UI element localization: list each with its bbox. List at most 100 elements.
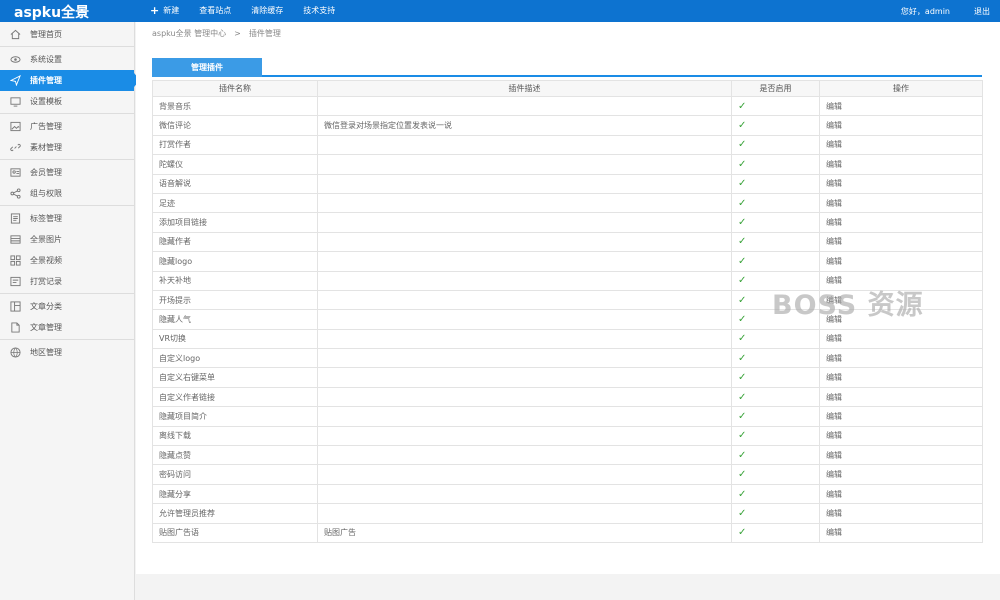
check-icon: ✓ xyxy=(738,449,747,461)
edit-link[interactable]: 编辑 xyxy=(819,95,983,117)
edit-link[interactable]: 编辑 xyxy=(819,231,983,253)
edit-link[interactable]: 编辑 xyxy=(819,425,983,447)
user-card-icon xyxy=(10,168,21,177)
sidebar-divider xyxy=(0,159,134,160)
sidebar-divider xyxy=(0,339,134,340)
edit-link[interactable]: 编辑 xyxy=(819,445,983,466)
plugin-description xyxy=(317,289,732,311)
sidebar-item-tags[interactable]: 标签管理 xyxy=(0,208,134,229)
greeting: 您好，admin xyxy=(900,6,950,16)
enabled-check-icon[interactable]: ✓ xyxy=(731,328,820,350)
logout-link[interactable]: 退出 xyxy=(974,6,990,17)
check-icon: ✓ xyxy=(738,158,747,170)
edit-link[interactable]: 编辑 xyxy=(819,173,983,194)
enabled-check-icon[interactable]: ✓ xyxy=(731,95,820,117)
enabled-check-icon[interactable]: ✓ xyxy=(731,192,820,214)
sidebar-item-label: 系统设置 xyxy=(30,55,62,64)
edit-link[interactable]: 编辑 xyxy=(819,522,983,543)
user-area: 您好，admin 退出 xyxy=(901,0,990,22)
check-icon: ✓ xyxy=(738,488,747,500)
edit-link[interactable]: 编辑 xyxy=(819,386,983,408)
enabled-check-icon[interactable]: ✓ xyxy=(731,445,820,466)
edit-link[interactable]: 编辑 xyxy=(819,154,983,175)
enabled-check-icon[interactable]: ✓ xyxy=(731,483,820,505)
sidebar-item-panorama-videos[interactable]: 全景视频 xyxy=(0,250,134,271)
edit-link[interactable]: 编辑 xyxy=(819,348,983,369)
enabled-check-icon[interactable]: ✓ xyxy=(731,503,820,524)
plugin-name: 补天补地 xyxy=(152,270,318,291)
sidebar-item-materials[interactable]: 素材管理 xyxy=(0,137,134,158)
column-header-actions: 操作 xyxy=(819,80,983,97)
plugin-description xyxy=(317,483,732,505)
table-row: 隐藏点赞 ✓ 编辑 xyxy=(152,445,983,466)
sidebar-item-groups[interactable]: 组与权限 xyxy=(0,183,134,204)
enabled-check-icon[interactable]: ✓ xyxy=(731,134,820,156)
check-icon: ✓ xyxy=(738,391,747,403)
table-row: 自定义作者链接 ✓ 编辑 xyxy=(152,386,983,408)
enabled-check-icon[interactable]: ✓ xyxy=(731,406,820,427)
sidebar-item-panorama-images[interactable]: 全景图片 xyxy=(0,229,134,250)
sidebar-item-label: 地区管理 xyxy=(30,348,62,357)
edit-link[interactable]: 编辑 xyxy=(819,503,983,524)
new-button[interactable]: + 新建 xyxy=(140,0,189,22)
plugin-description xyxy=(317,386,732,408)
edit-link[interactable]: 编辑 xyxy=(819,464,983,485)
table-row: 自定义logo ✓ 编辑 xyxy=(152,348,983,369)
enabled-check-icon[interactable]: ✓ xyxy=(731,386,820,408)
table-row: 允许管理员推荐 ✓ 编辑 xyxy=(152,503,983,524)
edit-link[interactable]: 编辑 xyxy=(819,192,983,214)
clear-cache-button[interactable]: 清除缓存 xyxy=(241,0,293,22)
sidebar-item-tip-records[interactable]: 打赏记录 xyxy=(0,271,134,292)
tech-support-link[interactable]: 技术支持 xyxy=(293,0,345,22)
sidebar-item-plugins[interactable]: 插件管理 xyxy=(0,70,140,91)
plugin-description xyxy=(317,192,732,214)
enabled-check-icon[interactable]: ✓ xyxy=(731,348,820,369)
plugin-description xyxy=(317,406,732,427)
enabled-check-icon[interactable]: ✓ xyxy=(731,115,820,136)
sidebar-item-label: 全景视频 xyxy=(30,256,62,265)
edit-link[interactable]: 编辑 xyxy=(819,115,983,136)
edit-link[interactable]: 编辑 xyxy=(819,367,983,388)
enabled-check-icon[interactable]: ✓ xyxy=(731,464,820,485)
edit-link[interactable]: 编辑 xyxy=(819,328,983,350)
enabled-check-icon[interactable]: ✓ xyxy=(731,425,820,447)
sidebar-item-templates[interactable]: 设置模板 xyxy=(0,91,134,112)
sidebar-item-members[interactable]: 会员管理 xyxy=(0,162,134,183)
plugin-name: 自定义logo xyxy=(152,348,318,369)
edit-link[interactable]: 编辑 xyxy=(819,212,983,233)
sidebar-item-ads[interactable]: 广告管理 xyxy=(0,116,134,137)
sidebar-item-system-settings[interactable]: 系统设置 xyxy=(0,49,134,70)
column-header-enabled: 是否启用 xyxy=(731,80,820,97)
enabled-check-icon[interactable]: ✓ xyxy=(731,367,820,388)
tab-manage-plugins[interactable]: 管理插件 xyxy=(152,58,262,77)
view-site-link[interactable]: 查看站点 xyxy=(189,0,241,22)
brand-logo[interactable]: aspku全景 xyxy=(14,2,89,22)
edit-link[interactable]: 编辑 xyxy=(819,134,983,156)
enabled-check-icon[interactable]: ✓ xyxy=(731,522,820,543)
edit-link[interactable]: 编辑 xyxy=(819,483,983,505)
enabled-check-icon[interactable]: ✓ xyxy=(731,212,820,233)
sidebar-item-label: 打赏记录 xyxy=(30,277,62,286)
enabled-check-icon[interactable]: ✓ xyxy=(731,251,820,272)
sidebar-item-regions[interactable]: 地区管理 xyxy=(0,342,134,363)
check-icon: ✓ xyxy=(738,197,747,209)
enabled-check-icon[interactable]: ✓ xyxy=(731,173,820,194)
check-icon: ✓ xyxy=(738,275,747,287)
enabled-check-icon[interactable]: ✓ xyxy=(731,231,820,253)
breadcrumb-root[interactable]: aspku全景 管理中心 xyxy=(152,29,226,38)
sidebar-item-articles[interactable]: 文章管理 xyxy=(0,317,134,338)
edit-link[interactable]: 编辑 xyxy=(819,251,983,272)
plugin-name: VR切换 xyxy=(152,328,318,350)
sidebar-item-article-categories[interactable]: 文章分类 xyxy=(0,296,134,317)
plugin-description: 微信登录对场景指定位置发表说一说 xyxy=(317,115,732,136)
check-icon: ✓ xyxy=(738,120,747,132)
enabled-check-icon[interactable]: ✓ xyxy=(731,154,820,175)
plus-icon: + xyxy=(150,4,160,17)
plugin-description xyxy=(317,328,732,350)
edit-link[interactable]: 编辑 xyxy=(819,406,983,427)
eye-icon xyxy=(10,56,21,63)
plugin-name: 隐藏人气 xyxy=(152,309,318,330)
table-row: 隐藏分享 ✓ 编辑 xyxy=(152,483,983,505)
sidebar-item-home[interactable]: 管理首页 xyxy=(0,24,134,45)
table-row: 添加项目链接 ✓ 编辑 xyxy=(152,212,983,233)
